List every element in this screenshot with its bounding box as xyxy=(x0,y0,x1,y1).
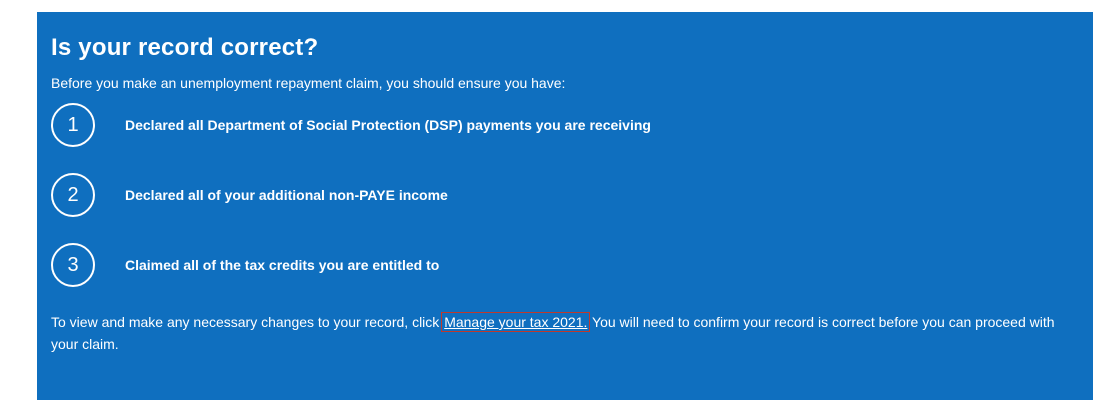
step-text-3: Claimed all of the tax credits you are e… xyxy=(125,257,440,273)
step-number-3: 3 xyxy=(51,243,95,287)
panel-title: Is your record correct? xyxy=(51,34,319,61)
panel-footer: To view and make any necessary changes t… xyxy=(51,311,1061,355)
footer-text-before: To view and make any necessary changes t… xyxy=(51,314,444,330)
step-number-2: 2 xyxy=(51,173,95,217)
checklist-item-3: 3 Claimed all of the tax credits you are… xyxy=(51,243,1093,287)
step-text-2: Declared all of your additional non-PAYE… xyxy=(125,187,448,203)
manage-your-tax-link[interactable]: Manage your tax 2021. xyxy=(441,312,591,332)
panel-intro: Before you make an unemployment repaymen… xyxy=(51,75,566,91)
checklist: 1 Declared all Department of Social Prot… xyxy=(51,103,1093,287)
step-number-1: 1 xyxy=(51,103,95,147)
checklist-item-2: 2 Declared all of your additional non-PA… xyxy=(51,173,1093,217)
checklist-item-1: 1 Declared all Department of Social Prot… xyxy=(51,103,1093,147)
record-check-panel: Is your record correct? Before you make … xyxy=(37,12,1093,400)
step-text-1: Declared all Department of Social Protec… xyxy=(125,117,651,133)
